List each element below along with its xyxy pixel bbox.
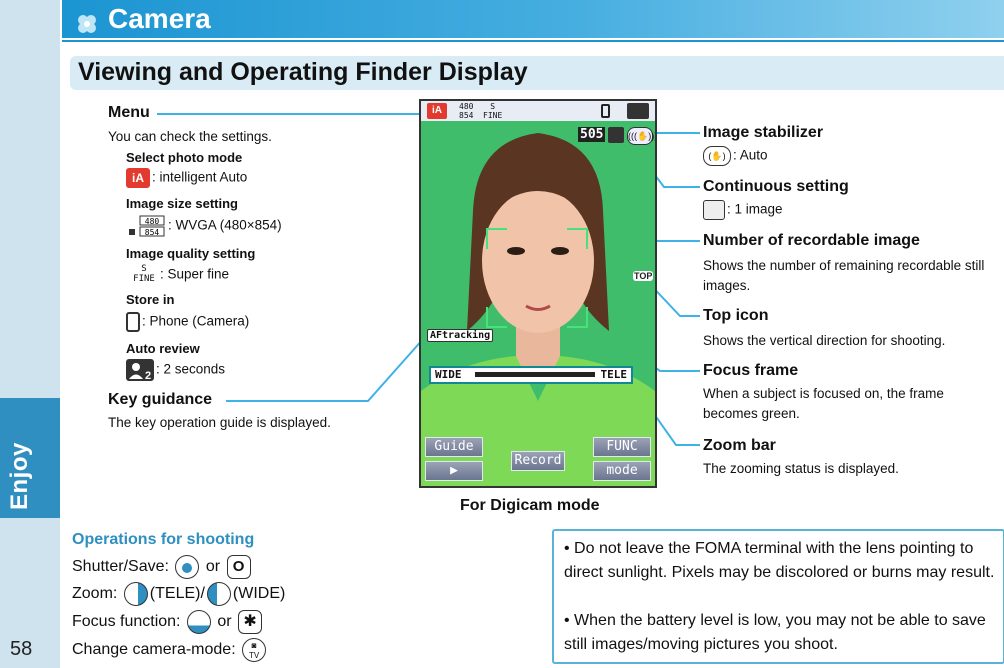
select-photo-mode-title: Select photo mode — [126, 150, 243, 165]
header-divider — [62, 40, 1004, 42]
down-nav-key-icon — [186, 610, 211, 634]
auto-review-icon — [627, 103, 649, 119]
mode-softkey[interactable]: mode — [593, 461, 651, 481]
svg-text:854: 854 — [145, 228, 160, 237]
zoom-line-ops: Zoom: (TELE)/(WIDE) — [72, 582, 285, 606]
camera-mode-line: Change camera-mode: ◙ TV — [72, 638, 268, 662]
key-guidance-label: Key guidance — [108, 391, 213, 408]
image-quality-icon: S FINE — [483, 102, 503, 120]
right-nav-key-icon — [123, 582, 148, 606]
page-title: Camera — [108, 3, 211, 34]
image-quality-value: S FINE: Super fine — [130, 264, 229, 286]
zoom-track — [475, 372, 595, 377]
image-stabilizer-value: (✋): Auto — [703, 146, 768, 166]
store-in-value: : Phone (Camera) — [126, 312, 249, 332]
recordable-count: 505 — [578, 127, 606, 142]
select-photo-mode-value: iA: intelligent Auto — [126, 168, 247, 188]
section-label: Enjoy — [6, 442, 33, 510]
store-in-title: Store in — [126, 292, 175, 307]
key-guidance-desc: The key operation guide is displayed. — [108, 415, 331, 430]
af-tracking-badge: AFtracking — [427, 329, 494, 342]
intelligent-auto-icon: iA — [427, 103, 447, 119]
zoom-bar-desc: The zooming status is displayed. — [703, 461, 899, 476]
continuous-setting-value: : 1 image — [703, 200, 783, 220]
finder-artwork — [421, 101, 655, 486]
page-number: 58 — [10, 638, 33, 660]
image-size-value: 480 854 : WVGA (480×854) — [126, 215, 282, 237]
focus-frame-desc: When a subject is focused on, the frame … — [703, 386, 944, 421]
top-icon-desc: Shows the vertical direction for shootin… — [703, 333, 946, 348]
play-softkey[interactable]: ▶ — [425, 461, 483, 481]
side-tab: Enjoy — [0, 0, 60, 668]
notes-box: • Do not leave the FOMA terminal with th… — [552, 529, 1004, 664]
phone-storage-icon — [601, 104, 610, 118]
top-icon: TOP — [633, 271, 654, 281]
header-bar: Camera — [62, 0, 1004, 38]
finder-display: iA 480 854 S FINE 505 (((✋))) TOP AFtracki… — [419, 99, 657, 488]
recordable-image-desc: Shows the number of remaining recordable… — [703, 258, 985, 293]
left-nav-key-icon — [206, 582, 231, 606]
screen-caption: For Digicam mode — [460, 497, 600, 514]
auto-review-icon: 2 — [126, 359, 154, 382]
svg-text:2: 2 — [145, 370, 151, 381]
recordable-image-label: Number of recordable image — [703, 232, 920, 249]
center-key-icon — [175, 555, 200, 579]
camera-1-icon — [608, 127, 624, 143]
key-guidance-line — [226, 337, 425, 402]
image-size-icon: 480 854 — [459, 102, 474, 120]
flower-icon — [78, 15, 96, 33]
image-stabilizer-label: Image stabilizer — [703, 124, 824, 141]
auto-review-value: 2 : 2 seconds — [126, 359, 225, 382]
camera-1-icon — [703, 200, 725, 220]
focus-function-line: Focus function: or ✱ — [72, 610, 264, 634]
section-title: Viewing and Operating Finder Display — [70, 56, 1004, 90]
auto-review-title: Auto review — [126, 341, 200, 356]
menu-label: Menu — [108, 104, 150, 121]
top-icon-label: Top icon — [703, 307, 769, 324]
section-title-text: Viewing and Operating Finder Display — [78, 58, 528, 86]
guide-softkey[interactable]: Guide — [425, 437, 483, 457]
record-softkey[interactable]: Record — [511, 451, 565, 471]
func-softkey[interactable]: FUNC — [593, 437, 651, 457]
zoom-bar-label: Zoom bar — [703, 437, 776, 454]
image-size-title: Image size setting — [126, 196, 238, 211]
image-quality-title: Image quality setting — [126, 246, 256, 261]
zoom-tele-label: TELE — [600, 368, 628, 381]
zoom-bar: WIDE TELE — [429, 366, 633, 384]
stabilizer-icon: (✋) — [703, 146, 731, 166]
operations-title: Operations for shooting — [72, 531, 255, 548]
camera-tv-key-icon: ◙ TV — [242, 638, 267, 662]
image-size-icon: 480 854 — [126, 215, 166, 237]
stabilizer-icon: (((✋))) — [627, 127, 655, 145]
camera-o-key-icon: O — [226, 555, 251, 579]
note-sunlight: • Do not leave the FOMA terminal with th… — [564, 540, 995, 581]
phone-storage-icon — [126, 312, 140, 332]
intelligent-auto-icon: iA — [126, 168, 150, 188]
shutter-line: Shutter/Save: or O — [72, 555, 253, 579]
svg-text:480: 480 — [145, 217, 160, 226]
note-battery: • When the battery level is low, you may… — [564, 612, 986, 653]
continuous-setting-label: Continuous setting — [703, 178, 849, 195]
image-quality-icon: S FINE — [133, 264, 155, 284]
focus-frame-label: Focus frame — [703, 362, 799, 379]
asterisk-key-icon: ✱ — [238, 610, 263, 634]
menu-desc: You can check the settings. — [108, 129, 272, 144]
zoom-wide-label: WIDE — [435, 368, 462, 381]
